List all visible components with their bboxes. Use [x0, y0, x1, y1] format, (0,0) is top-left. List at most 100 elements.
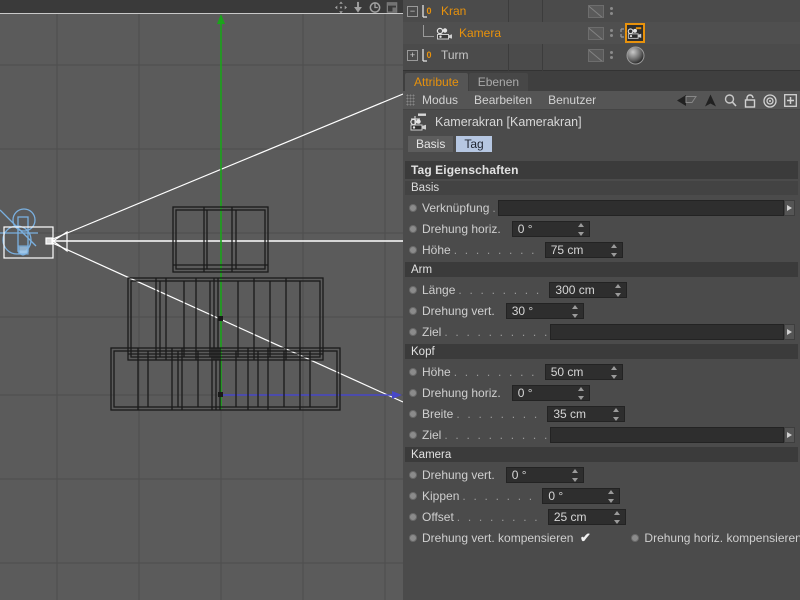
dolly-icon[interactable] [351, 1, 365, 14]
input-kopf-drehung-horiz[interactable]: 0 ° [511, 384, 590, 401]
visibility-dot-slot-icon[interactable] [588, 4, 604, 18]
menu-modus[interactable]: Modus [422, 93, 458, 107]
input-arm-drehung-vert[interactable]: 30 ° [505, 302, 584, 319]
param-bullet-icon[interactable] [409, 470, 417, 479]
tab-attribute[interactable]: Attribute [405, 73, 468, 91]
object-row-turm-tags [625, 44, 645, 66]
param-bullet-icon[interactable] [409, 327, 417, 336]
camera-crane-tag[interactable] [625, 23, 645, 43]
param-bullet-icon[interactable] [409, 306, 417, 315]
viewport-panel [0, 0, 403, 600]
input-kamera-drehung-vert[interactable]: 0 ° [505, 466, 584, 483]
input-basis-drehung-horiz[interactable]: 0 ° [511, 220, 590, 237]
object-row-kamera[interactable]: Kamera [403, 22, 800, 44]
menu-benutzer[interactable]: Benutzer [548, 93, 596, 107]
input-basis-hoehe[interactable]: 75 cm [544, 241, 623, 258]
viewport-3d-canvas[interactable] [0, 14, 403, 600]
section-header-arm: Arm [405, 262, 798, 277]
field-row-verknuepfung: Verknüpfung . [403, 197, 800, 218]
param-bullet-icon[interactable] [631, 534, 640, 542]
param-bullet-icon[interactable] [409, 491, 417, 500]
forward-arrow-icon[interactable] [704, 94, 717, 107]
field-label-kopf-ziel: Ziel . . . . . . . . . . [422, 427, 550, 442]
param-bullet-icon[interactable] [409, 367, 417, 376]
camera-crane-icon [409, 113, 429, 131]
param-bullet-icon[interactable] [409, 285, 417, 294]
param-bullet-icon[interactable] [409, 512, 417, 521]
attribute-properties: Tag Eigenschaften Basis Verknüpfung . Dr… [403, 154, 800, 549]
link-field-arm-ziel[interactable] [549, 323, 795, 340]
spinner-icon[interactable] [610, 243, 618, 257]
lock-icon[interactable] [744, 93, 756, 108]
subtab-tag[interactable]: Tag [456, 136, 492, 152]
input-kopf-hoehe[interactable]: 50 cm [544, 363, 623, 380]
link-dropdown-arrow-icon[interactable] [784, 426, 795, 443]
spinner-icon[interactable] [571, 304, 579, 318]
spinner-icon[interactable] [610, 365, 618, 379]
param-bullet-icon[interactable] [409, 203, 417, 212]
back-arrow-icon[interactable] [677, 94, 697, 107]
tab-ebenen[interactable]: Ebenen [468, 73, 529, 91]
object-row-kran-tree: − 0 Kran [403, 0, 583, 22]
link-field-verknuepfung[interactable] [497, 199, 795, 216]
target-icon[interactable] [763, 93, 777, 108]
field-label-kopf-breite: Breite . . . . . . . . [422, 406, 540, 421]
param-bullet-icon[interactable] [409, 245, 417, 254]
checkbox-group-drehung-vert-kompensieren[interactable]: Drehung vert. kompensieren ✔ [409, 531, 591, 545]
visibility-dot-slot-icon[interactable] [588, 26, 604, 40]
visibility-dot-slot-icon[interactable] [588, 48, 604, 62]
param-bullet-icon[interactable] [409, 534, 417, 542]
field-row-kamera-drehung-vert: Drehung vert. 0 ° [403, 464, 800, 485]
checkbox-drehung-vert-kompensieren[interactable]: ✔ [579, 531, 591, 544]
field-label-arm-laenge: Länge . . . . . . . . [422, 282, 542, 297]
spinner-icon[interactable] [577, 386, 585, 400]
visibility-dots-icon[interactable] [610, 29, 613, 37]
subtab-basis[interactable]: Basis [408, 136, 454, 152]
plus-icon[interactable] [784, 94, 797, 107]
field-row-kopf-breite: Breite . . . . . . . . 35 cm [403, 403, 800, 424]
link-dropdown-arrow-icon[interactable] [784, 199, 795, 216]
object-row-kran-columns [588, 0, 613, 22]
param-bullet-icon[interactable] [409, 224, 417, 233]
spinner-icon[interactable] [613, 510, 621, 524]
link-field-kopf-ziel[interactable] [549, 426, 795, 443]
panel-grip-icon[interactable] [406, 94, 415, 106]
field-row-arm-laenge: Länge . . . . . . . . 300 cm [403, 279, 800, 300]
visibility-dots-icon[interactable] [610, 51, 613, 59]
visibility-dots-icon[interactable] [610, 7, 613, 15]
spinner-icon[interactable] [613, 407, 620, 421]
attribute-object-header: Kamerakran [Kamerakran] [403, 110, 800, 134]
param-bullet-icon[interactable] [409, 430, 417, 439]
pan-icon[interactable] [334, 0, 348, 14]
object-manager[interactable]: − 0 Kran Kamera + 0 Turm [403, 0, 800, 71]
input-kamera-kippen[interactable]: 0 ° [542, 487, 621, 504]
checkbox-row-kompensieren: Drehung vert. kompensieren ✔ Drehung hor… [403, 527, 800, 549]
spinner-icon[interactable] [608, 489, 615, 503]
spinner-icon[interactable] [571, 468, 579, 482]
input-kopf-breite[interactable]: 35 cm [547, 405, 626, 422]
link-dropdown-arrow-icon[interactable] [784, 323, 795, 340]
expander-plus-icon[interactable]: + [407, 49, 418, 61]
input-arm-laenge[interactable]: 300 cm [549, 281, 628, 298]
object-row-turm[interactable]: + 0 Turm [403, 44, 800, 66]
section-title-tag-eigenschaften: Tag Eigenschaften [405, 161, 798, 179]
maximize-icon[interactable] [385, 1, 399, 14]
menu-bearbeiten[interactable]: Bearbeiten [474, 93, 532, 107]
object-row-turm-tree: + 0 Turm [403, 44, 583, 66]
attribute-manager-toolbar [677, 91, 797, 110]
rotate-icon[interactable] [368, 1, 382, 14]
param-bullet-icon[interactable] [409, 388, 417, 397]
spinner-icon[interactable] [577, 222, 585, 236]
expander-minus-icon[interactable]: − [407, 5, 418, 17]
object-row-kran[interactable]: − 0 Kran [403, 0, 800, 22]
field-label-kamera-offset: Offset . . . . . . . . [422, 509, 540, 524]
right-column: − 0 Kran Kamera + 0 Turm Attribute Ebene… [403, 0, 800, 600]
attribute-manager: Attribute Ebenen Modus Bearbeiten Benutz… [403, 71, 800, 600]
input-kamera-offset[interactable]: 25 cm [547, 508, 626, 525]
checkbox-group-drehung-horiz-kompensieren[interactable]: Drehung horiz. kompensieren [631, 531, 800, 545]
spinner-icon[interactable] [615, 283, 622, 297]
viewport-nav-icon-group [334, 0, 399, 14]
material-sphere-tag[interactable] [625, 45, 645, 65]
search-icon[interactable] [724, 94, 737, 107]
param-bullet-icon[interactable] [409, 409, 417, 418]
